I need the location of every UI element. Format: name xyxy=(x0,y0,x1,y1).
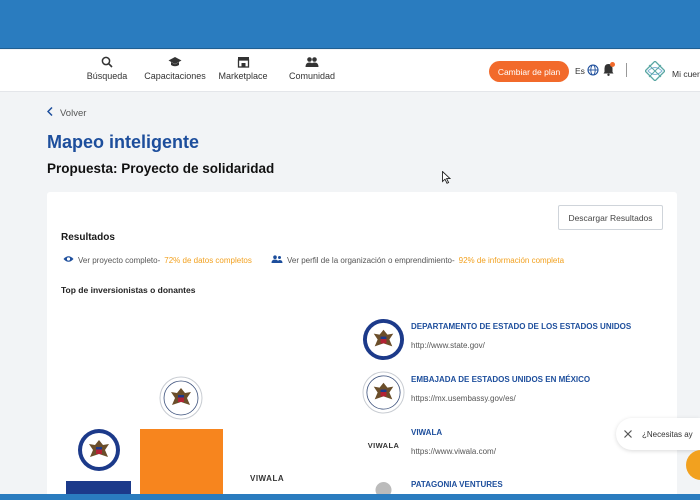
org-item-embajada[interactable]: EMBAJADA DE ESTADOS UNIDOS EN MÉXICO htt… xyxy=(362,371,590,419)
org-name: PATAGONIA VENTURES xyxy=(411,480,503,489)
results-heading: Resultados xyxy=(61,232,115,243)
eye-icon xyxy=(63,255,74,265)
search-icon xyxy=(101,55,113,69)
mouse-cursor-icon xyxy=(442,170,452,189)
bottom-bar xyxy=(0,494,700,500)
top-header-bar xyxy=(0,0,700,49)
page-title: Mapeo inteligente xyxy=(47,132,200,152)
language-label: Es xyxy=(575,66,585,76)
view-profile-text: Ver perfil de la organización o emprendi… xyxy=(287,255,455,265)
view-project-text: Ver proyecto completo- xyxy=(78,255,161,265)
project-completeness: 72% de datos completos xyxy=(164,255,252,265)
back-label: Volver xyxy=(60,107,87,119)
chat-prompt-text: ¿Necesitas ay xyxy=(642,429,693,439)
org-item-departamento-estado[interactable]: DEPARTAMENTO DE ESTADO DE LOS ESTADOS UN… xyxy=(362,318,631,366)
nav-item-comunidad[interactable]: Comunidad xyxy=(267,55,357,81)
chevron-left-icon xyxy=(46,106,53,119)
top-investors-heading: Top de inversionistas o donantes xyxy=(61,285,196,295)
chart-bar-embassy xyxy=(140,429,223,500)
view-profile-link[interactable]: Ver perfil de la organización o emprendi… xyxy=(271,255,564,265)
profile-completeness: 92% de información completa xyxy=(458,255,565,265)
chart-viwala-logo: VIWALA xyxy=(250,474,285,483)
account-menu[interactable]: Mi cuer xyxy=(644,60,700,86)
community-icon xyxy=(305,55,319,69)
us-state-seal-icon xyxy=(362,318,405,366)
navbar-divider xyxy=(626,63,627,77)
nav-item-label: Marketplace xyxy=(218,71,268,81)
nav-item-label: Comunidad xyxy=(288,71,336,81)
store-icon xyxy=(237,55,250,69)
notification-badge xyxy=(610,62,615,67)
close-icon[interactable] xyxy=(624,425,632,443)
globe-icon xyxy=(587,64,599,78)
account-label: Mi cuer xyxy=(672,68,700,79)
org-item-viwala[interactable]: VIWALA VIWALA https://www.viwala.com/ xyxy=(362,424,496,467)
language-selector[interactable]: Es xyxy=(575,64,599,78)
us-embassy-seal-icon xyxy=(159,376,203,425)
change-plan-button[interactable]: Cambiar de plan xyxy=(489,61,569,82)
us-embassy-seal-icon xyxy=(362,371,405,419)
chat-launcher-button[interactable] xyxy=(686,450,700,480)
org-name: DEPARTAMENTO DE ESTADO DE LOS ESTADOS UN… xyxy=(411,322,632,331)
back-link[interactable]: Volver xyxy=(46,106,87,119)
org-name: VIWALA xyxy=(411,428,443,437)
organization-logo-icon xyxy=(644,60,666,86)
us-state-seal-icon xyxy=(77,428,121,477)
chat-prompt-bubble[interactable]: ¿Necesitas ay xyxy=(616,418,700,450)
proposal-subtitle: Propuesta: Proyecto de solidaridad xyxy=(47,161,275,176)
org-url[interactable]: https://www.viwala.com/ xyxy=(411,447,496,456)
nav-item-label: Búsqueda xyxy=(86,71,128,81)
graduation-cap-icon xyxy=(168,55,182,69)
org-name: EMBAJADA DE ESTADOS UNIDOS EN MÉXICO xyxy=(411,375,591,384)
nav-item-label: Capacitaciones xyxy=(144,71,206,81)
users-icon xyxy=(271,255,283,265)
view-project-link[interactable]: Ver proyecto completo- 72% de datos comp… xyxy=(63,255,252,265)
download-results-button[interactable]: Descargar Resultados xyxy=(558,205,663,230)
org-url[interactable]: http://www.state.gov/ xyxy=(411,341,631,350)
org-url[interactable]: https://mx.usembassy.gov/es/ xyxy=(411,394,590,403)
viwala-logo: VIWALA xyxy=(367,441,400,450)
